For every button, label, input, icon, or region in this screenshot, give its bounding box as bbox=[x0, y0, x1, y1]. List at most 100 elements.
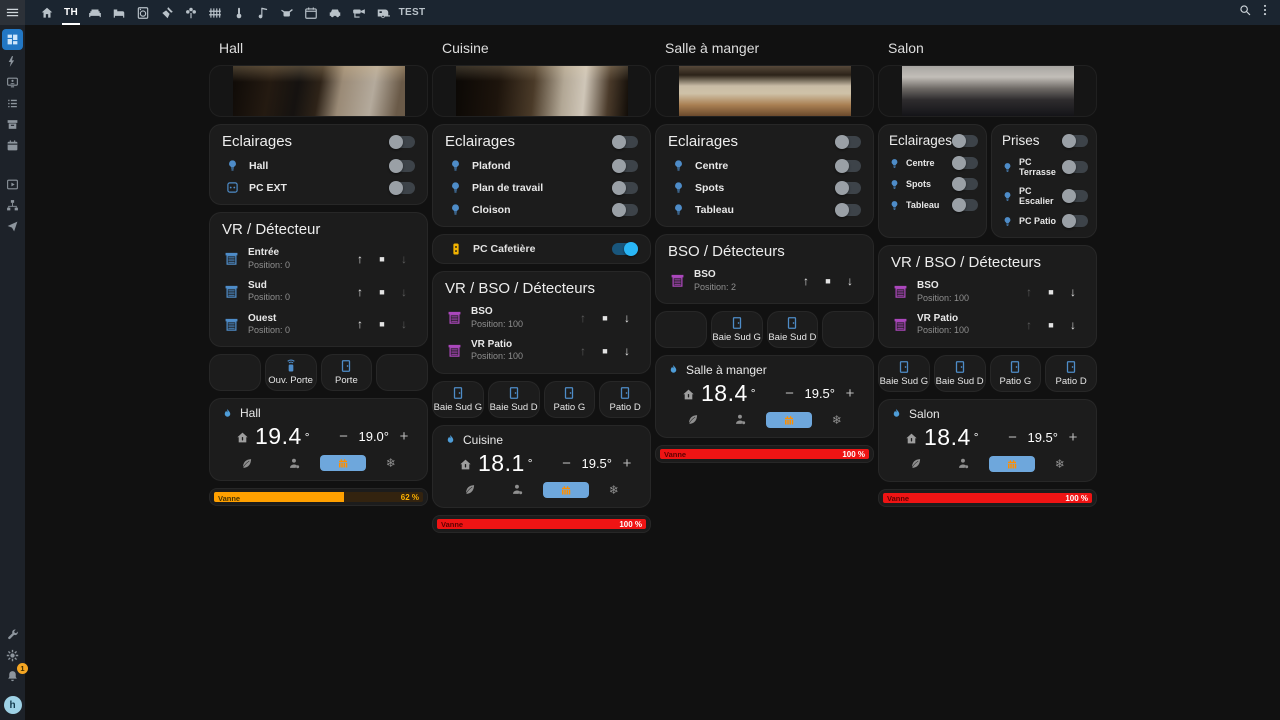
preset-leaf[interactable] bbox=[222, 457, 270, 470]
preset-snowflake[interactable]: ❄ bbox=[1036, 458, 1084, 470]
tab-bed[interactable] bbox=[107, 0, 131, 25]
temp-increase-button[interactable]: + bbox=[397, 428, 411, 445]
sidebar-item-energy[interactable] bbox=[2, 52, 23, 71]
toggle[interactable] bbox=[1062, 160, 1088, 174]
tile-baie-sud-g[interactable]: Baie Sud G bbox=[432, 380, 484, 418]
preset-person[interactable] bbox=[939, 457, 987, 470]
cover-up-button[interactable]: ↑ bbox=[1018, 285, 1040, 299]
bulb-icon[interactable] bbox=[449, 159, 462, 172]
tab-watering-can[interactable] bbox=[275, 0, 299, 25]
temp-decrease-button[interactable]: − bbox=[336, 428, 350, 445]
preset-leaf[interactable] bbox=[891, 457, 939, 470]
toggle[interactable] bbox=[952, 177, 979, 191]
tile-patio-g[interactable]: Patio G bbox=[989, 354, 1042, 392]
temp-decrease-button[interactable]: − bbox=[1005, 429, 1019, 446]
tab-fence[interactable] bbox=[203, 0, 227, 25]
toggle[interactable] bbox=[389, 180, 415, 195]
tab-caravan[interactable] bbox=[371, 0, 395, 25]
temp-decrease-button[interactable]: − bbox=[559, 455, 573, 472]
preset-radiator[interactable] bbox=[765, 411, 813, 428]
tab-floorplan[interactable]: TH bbox=[59, 0, 83, 25]
cover-stop-button[interactable]: ■ bbox=[371, 254, 393, 264]
cover-up-button[interactable]: ↑ bbox=[349, 285, 371, 299]
camera-card[interactable] bbox=[655, 65, 874, 117]
tile-baie-sud-d[interactable]: Baie Sud D bbox=[487, 380, 540, 418]
preset-radiator[interactable] bbox=[988, 455, 1036, 472]
sidebar-item-list[interactable] bbox=[2, 94, 23, 113]
bulb-icon[interactable] bbox=[449, 203, 462, 216]
cover-down-button[interactable]: ↓ bbox=[393, 252, 415, 266]
bulb-icon[interactable] bbox=[1002, 216, 1013, 227]
socket-icon[interactable] bbox=[449, 242, 463, 256]
toggle[interactable] bbox=[835, 134, 861, 149]
cover-up-button[interactable]: ↑ bbox=[572, 344, 594, 358]
tab-test[interactable]: TEST bbox=[395, 0, 429, 25]
sidebar-item-calendar[interactable] bbox=[2, 136, 23, 155]
overflow-menu-button[interactable] bbox=[1258, 3, 1272, 22]
preset-radiator[interactable] bbox=[319, 455, 367, 472]
cover-up-button[interactable]: ↑ bbox=[349, 317, 371, 331]
sidebar-item-dashboard[interactable] bbox=[2, 29, 23, 50]
cover-stop-button[interactable]: ■ bbox=[371, 287, 393, 297]
preset-person[interactable] bbox=[716, 413, 764, 426]
cover-down-button[interactable]: ↓ bbox=[839, 274, 861, 288]
toggle[interactable] bbox=[952, 156, 979, 170]
outlet-icon[interactable] bbox=[226, 181, 239, 194]
bulb-icon[interactable] bbox=[672, 181, 685, 194]
tab-calendar-clock[interactable] bbox=[299, 0, 323, 25]
toggle[interactable] bbox=[389, 158, 415, 173]
tab-shovel[interactable] bbox=[155, 0, 179, 25]
bulb-icon[interactable] bbox=[889, 158, 900, 169]
tab-home[interactable] bbox=[35, 0, 59, 25]
tile-patio-d[interactable]: Patio D bbox=[1045, 354, 1097, 392]
preset-snowflake[interactable]: ❄ bbox=[590, 484, 638, 496]
toggle[interactable] bbox=[952, 198, 979, 212]
tile-patio-d[interactable]: Patio D bbox=[599, 380, 651, 418]
cover-up-button[interactable]: ↑ bbox=[1018, 318, 1040, 332]
tile-patio-g[interactable]: Patio G bbox=[543, 380, 596, 418]
camera-card[interactable] bbox=[432, 65, 651, 117]
toggle[interactable] bbox=[612, 202, 638, 217]
camera-card[interactable] bbox=[209, 65, 428, 117]
sidebar-menu-button[interactable] bbox=[0, 0, 25, 25]
user-avatar[interactable]: h bbox=[3, 696, 22, 714]
bulb-icon[interactable] bbox=[672, 159, 685, 172]
tile-baie-sud-g[interactable]: Baie Sud G bbox=[878, 354, 930, 392]
cover-up-button[interactable]: ↑ bbox=[349, 252, 371, 266]
search-button[interactable] bbox=[1238, 3, 1252, 22]
temp-increase-button[interactable]: + bbox=[1066, 429, 1080, 446]
preset-leaf[interactable] bbox=[668, 413, 716, 426]
sidebar-item-send[interactable] bbox=[2, 217, 23, 236]
toggle[interactable] bbox=[835, 180, 861, 195]
cover-up-button[interactable]: ↑ bbox=[572, 311, 594, 325]
bulb-icon[interactable] bbox=[672, 203, 685, 216]
tab-thermometer[interactable] bbox=[227, 0, 251, 25]
cover-stop-button[interactable]: ■ bbox=[371, 319, 393, 329]
bulb-icon[interactable] bbox=[1002, 191, 1013, 202]
toggle[interactable] bbox=[1062, 189, 1088, 203]
cover-down-button[interactable]: ↓ bbox=[1062, 285, 1084, 299]
bulb-icon[interactable] bbox=[889, 200, 900, 211]
tile-baie-sud-d[interactable]: Baie Sud D bbox=[766, 310, 819, 348]
cover-stop-button[interactable]: ■ bbox=[1040, 320, 1062, 330]
tab-car[interactable] bbox=[323, 0, 347, 25]
tile-ouv-porte[interactable]: Ouv. Porte bbox=[264, 354, 317, 392]
temp-increase-button[interactable]: + bbox=[843, 385, 857, 402]
toggle[interactable] bbox=[835, 158, 861, 173]
sidebar-item-media-box[interactable] bbox=[2, 175, 23, 194]
cover-down-button[interactable]: ↓ bbox=[393, 285, 415, 299]
temp-decrease-button[interactable]: − bbox=[782, 385, 796, 402]
preset-snowflake[interactable]: ❄ bbox=[367, 457, 415, 469]
bulb-icon[interactable] bbox=[449, 181, 462, 194]
cover-stop-button[interactable]: ■ bbox=[594, 313, 616, 323]
tab-music[interactable] bbox=[251, 0, 275, 25]
temp-increase-button[interactable]: + bbox=[620, 455, 634, 472]
preset-leaf[interactable] bbox=[445, 483, 493, 496]
camera-card[interactable] bbox=[878, 65, 1097, 117]
toggle[interactable] bbox=[612, 242, 638, 256]
cover-down-button[interactable]: ↓ bbox=[616, 311, 638, 325]
sidebar-item-media-display[interactable] bbox=[2, 73, 23, 92]
notifications-button[interactable]: 1 bbox=[2, 663, 28, 686]
sidebar-item-tools[interactable] bbox=[2, 625, 23, 644]
cover-stop-button[interactable]: ■ bbox=[594, 346, 616, 356]
